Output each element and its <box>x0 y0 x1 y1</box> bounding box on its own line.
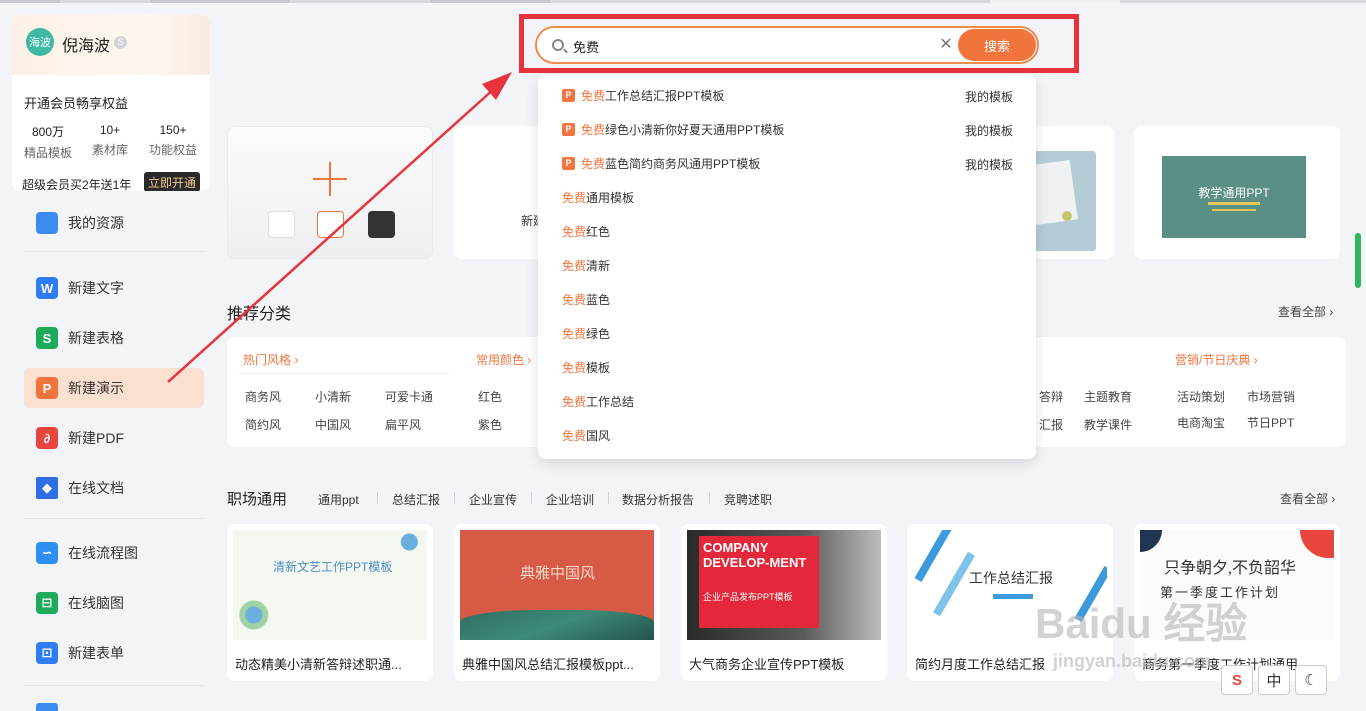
category-group-head[interactable]: 热门风格 › <box>243 351 298 368</box>
recommended-see-all-link[interactable]: 查看全部 › <box>1278 303 1333 320</box>
promo-footer: 超级会员买2年送1年 <box>22 178 132 191</box>
category-item[interactable]: 中国风 <box>315 416 351 433</box>
tab-company-training[interactable]: 企业培训 <box>546 491 594 508</box>
tab-general-ppt[interactable]: 通用ppt <box>318 491 359 508</box>
category-item[interactable]: 活动策划 <box>1177 388 1225 405</box>
category-item[interactable]: 紫色 <box>478 416 502 433</box>
template-caption: 动态精美小清新答辩述职通... <box>235 657 402 672</box>
ppt-file-icon: P <box>562 122 575 136</box>
category-item[interactable]: 可爱卡通 <box>385 388 433 405</box>
scrollbar[interactable] <box>1355 233 1361 288</box>
ppt-file-icon: P <box>562 156 575 170</box>
promo-title: 开通会员畅享权益 <box>24 96 129 111</box>
tab-competition[interactable]: 竞聘述职 <box>724 491 772 508</box>
tab-summary-report[interactable]: 总结汇报 <box>392 491 440 508</box>
suggestion-item[interactable]: P 免费 工作总结汇报PPT模板 <box>562 85 724 105</box>
stat-benefits: 150+ 功能权益 <box>148 123 197 157</box>
sidebar-item-new-form[interactable]: ⊡ 新建表单 <box>24 633 204 673</box>
folder-icon <box>36 703 58 711</box>
suggestion-item[interactable]: 免费 清新 <box>562 255 610 275</box>
search-suggestions: P 免费 工作总结汇报PPT模板 我的模板 P 免费 绿色小清新你好夏天通用PPT模板 … <box>538 74 1036 459</box>
template-card[interactable]: COMPANY DEVELOP-MENT 企业产品发布PPT模板 大气商务企业宣… <box>681 524 887 681</box>
user-card: 海波 倪海波 S 开通会员畅享权益 800万 精品模板 10+ 素材库 150+… <box>12 15 210 191</box>
recommended-title: 推荐分类 <box>227 306 292 323</box>
suggestion-item[interactable]: P 免费 蓝色简约商务风通用PPT模板 <box>562 153 760 173</box>
workplace-see-all-link[interactable]: 查看全部 › <box>1280 490 1335 507</box>
spreadsheet-icon: S <box>36 327 58 349</box>
tab-data-report[interactable]: 数据分析报告 <box>622 491 694 508</box>
pdf-icon: ∂ <box>36 427 58 449</box>
tab-company-promo[interactable]: 企业宣传 <box>469 491 517 508</box>
suggestion-item[interactable]: 免费 红色 <box>562 221 610 241</box>
dark-theme-swatch[interactable] <box>368 211 395 238</box>
template-thumbnail: COMPANY DEVELOP-MENT 企业产品发布PPT模板 <box>687 530 881 640</box>
template-thumbnail: 清新文艺工作PPT模板 <box>233 530 427 640</box>
ime-logo-icon[interactable]: S <box>1221 665 1253 695</box>
light-theme-swatch[interactable] <box>317 211 344 238</box>
suggestion-source: 我的模板 <box>964 90 1013 104</box>
workplace-title: 职场通用 <box>227 491 288 508</box>
white-theme-swatch[interactable] <box>268 211 295 238</box>
ime-chinese-mode-icon[interactable]: 中 <box>1258 665 1290 695</box>
sidebar-item-new-pdf[interactable]: ∂ 新建PDF <box>24 418 204 458</box>
category-item[interactable]: 简约风 <box>245 416 281 433</box>
category-item[interactable]: 商务风 <box>245 388 281 405</box>
category-group-head[interactable]: 常用颜色 › <box>476 351 531 368</box>
category-item[interactable]: 教学课件 <box>1084 416 1132 433</box>
sidebar-item-new-spreadsheet[interactable]: S 新建表格 <box>24 318 204 358</box>
template-thumbnail: 典雅中国风 <box>460 530 654 640</box>
plus-icon <box>313 162 347 196</box>
suggestion-source: 我的模板 <box>964 124 1013 138</box>
vip-badge-icon: S <box>114 36 127 49</box>
category-item[interactable]: 扁平风 <box>385 416 421 433</box>
template-caption: 典雅中国风总结汇报模板ppt... <box>462 657 634 672</box>
stat-templates: 800万 精品模板 <box>23 125 72 160</box>
suggestion-source: 我的模板 <box>964 158 1013 172</box>
category-item[interactable]: 市场营销 <box>1247 388 1295 405</box>
template-card[interactable]: 教学通用PPT <box>1134 126 1340 259</box>
form-icon: ⊡ <box>36 642 58 664</box>
category-item[interactable]: 红色 <box>478 388 502 405</box>
ppt-file-icon: P <box>562 88 575 102</box>
open-membership-button[interactable]: 立即开通 <box>144 172 200 191</box>
suggestion-item[interactable]: 免费 绿色 <box>562 323 610 343</box>
category-item[interactable]: 小清新 <box>315 388 351 405</box>
presentation-icon: P <box>36 377 58 399</box>
category-item[interactable]: 节日PPT <box>1247 414 1294 431</box>
annotation-highlight-box <box>519 14 1079 73</box>
suggestion-item[interactable]: 免费 通用模板 <box>562 187 634 207</box>
suggestion-item[interactable]: 免费 工作总结 <box>562 391 634 411</box>
sidebar-item-new-presentation[interactable]: P 新建演示 <box>24 368 204 408</box>
template-card[interactable]: 清新文艺工作PPT模板 动态精美小清新答辩述职通... <box>227 524 433 681</box>
sidebar-item-my-resources[interactable]: 我的资源 <box>24 203 204 243</box>
flowchart-icon: ∽ <box>36 542 58 564</box>
sidebar: 海波 倪海波 S 开通会员畅享权益 800万 精品模板 10+ 素材库 150+… <box>0 3 215 711</box>
avatar[interactable]: 海波 <box>26 28 54 56</box>
category-item[interactable]: 答辩 <box>1039 388 1063 405</box>
suggestion-item[interactable]: 免费 蓝色 <box>562 289 610 309</box>
sidebar-item-flowchart[interactable]: ∽ 在线流程图 <box>24 533 204 573</box>
new-blank-presentation-card[interactable] <box>227 126 433 259</box>
suggestion-item[interactable]: 免费 国风 <box>562 425 610 445</box>
category-item[interactable]: 汇报 <box>1039 416 1063 433</box>
template-card[interactable]: 典雅中国风 典雅中国风总结汇报模板ppt... <box>454 524 660 681</box>
writer-icon: W <box>36 277 58 299</box>
template-thumbnail: 教学通用PPT <box>1162 156 1306 238</box>
category-item[interactable]: 电商淘宝 <box>1177 414 1225 431</box>
mindmap-icon: ⊟ <box>36 592 58 614</box>
category-group-head[interactable]: 营销/节日庆典 › <box>1175 351 1258 368</box>
user-name[interactable]: 倪海波 <box>62 32 110 56</box>
sidebar-item-mindmap[interactable]: ⊟ 在线脑图 <box>24 583 204 623</box>
template-caption: 大气商务企业宣传PPT模板 <box>689 657 845 672</box>
sidebar-item-new-writer[interactable]: W 新建文字 <box>24 268 204 308</box>
suggestion-item[interactable]: 免费 模板 <box>562 357 610 377</box>
suggestion-item[interactable]: P 免费 绿色小清新你好夏天通用PPT模板 <box>562 119 784 139</box>
stat-materials: 10+ 素材库 <box>91 123 128 157</box>
moon-icon[interactable]: ☾ <box>1295 665 1327 695</box>
category-item[interactable]: 主题教育 <box>1084 388 1132 405</box>
folder-icon <box>36 212 58 234</box>
cloud-doc-icon: ◆ <box>36 477 58 499</box>
watermark: Baidu 经验 jingyan.baidu.com <box>1035 600 1248 671</box>
sidebar-item-online-doc[interactable]: ◆ 在线文档 <box>24 468 204 508</box>
